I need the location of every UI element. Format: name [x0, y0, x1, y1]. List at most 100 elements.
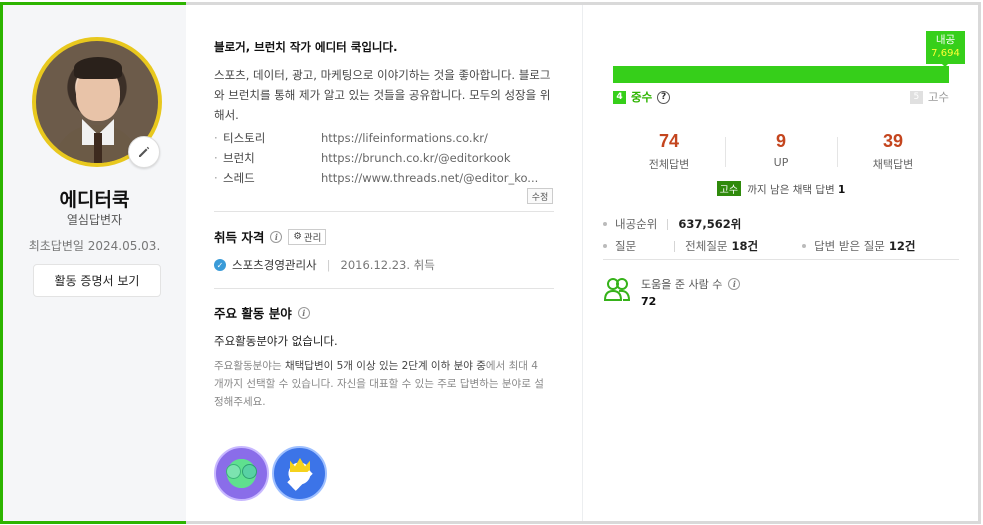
helped-people: 도움을 준 사람 수 i 72	[603, 276, 741, 308]
rank-value-text: 637,562위	[678, 217, 742, 231]
current-level-name: 중수	[631, 90, 653, 104]
card-border-bottom	[0, 521, 186, 524]
link-url[interactable]: https://brunch.co.kr/@editorkook	[321, 148, 511, 168]
stat-label: 전체답변	[648, 158, 690, 171]
helped-value: 72	[641, 295, 657, 308]
manage-label: 관리	[303, 232, 322, 244]
activity-desc-part1: 주요활동분야는	[214, 360, 285, 372]
stat-value: 39	[882, 131, 904, 151]
level-progress-bar	[613, 66, 949, 83]
next-level-count: 1	[838, 184, 846, 196]
helped-label: 도움을 준 사람 수	[641, 278, 723, 291]
link-label: 티스토리	[223, 131, 266, 145]
next-level-number: 5	[909, 90, 923, 104]
link-item-brunch: · 브런치 https://brunch.co.kr/@editorkook	[214, 148, 538, 168]
helped-text: 도움을 준 사람 수 i 72	[641, 276, 741, 308]
next-level-name: 고수	[927, 90, 949, 104]
card-border-right	[978, 2, 981, 524]
activity-description: 주요활동분야는 채택답변이 5개 이상 있는 2단계 이하 분야 중에서 최대 …	[214, 357, 546, 411]
pencil-icon	[139, 146, 150, 157]
separator	[674, 240, 676, 252]
info-icon[interactable]: i	[270, 230, 283, 243]
info-icon[interactable]: i	[728, 278, 741, 290]
manage-qualification-button[interactable]: ⚙ 관리	[288, 228, 327, 245]
stat-value: 74	[658, 131, 680, 151]
bullet-icon: ·	[214, 131, 218, 145]
qualification-name: 스포츠경영관리사	[232, 258, 317, 272]
badge-face-icon	[242, 464, 257, 479]
rank-row: 내공순위 637,562위	[603, 213, 963, 235]
next-level-remaining: 고수 까지 남은 채택 답변 1	[584, 181, 978, 197]
activity-header: 주요 활동 분야 i	[214, 303, 310, 322]
activity-empty-text: 주요활동분야가 없습니다.	[214, 334, 338, 348]
question-label: 질문	[615, 239, 637, 253]
qualification-title: 취득 자격	[214, 230, 265, 245]
profile-panel: 에디터쿡 열심답변자 최초답변일 2024.05.03. 활동 증명서 보기	[3, 5, 186, 521]
link-url[interactable]: https://lifeinformations.co.kr/	[321, 128, 488, 148]
stat-value: 9	[775, 131, 786, 151]
profile-name: 에디터쿡	[59, 189, 130, 211]
bullet-icon: ·	[214, 151, 218, 165]
bullet-icon	[802, 244, 807, 248]
stat-label: UP	[773, 156, 789, 169]
profile-card: 에디터쿡 열심답변자 최초답변일 2024.05.03. 활동 증명서 보기 블…	[0, 0, 983, 525]
link-label: 브런치	[223, 151, 255, 165]
card-border-bottom-gray	[186, 521, 981, 524]
qualification-item: ✓ 스포츠경영관리사 | 2016.12.23. 취득	[214, 257, 435, 273]
qualification-date: 2016.12.23. 취득	[340, 258, 435, 272]
stats-column: 내공 7,694 4 중수 ? 5 고수 74 전체답변 9 UP 39 채택답…	[584, 5, 978, 521]
points-value: 7,694	[931, 48, 960, 59]
rank-label: 내공순위	[615, 217, 658, 231]
link-item-tistory: · 티스토리 https://lifeinformations.co.kr/	[214, 128, 538, 148]
link-label: 스레드	[223, 171, 255, 185]
activity-certificate-button[interactable]: 활동 증명서 보기	[33, 264, 161, 297]
points-tooltip: 내공 7,694	[926, 31, 965, 64]
total-question-label: 전체질문	[685, 239, 728, 253]
help-icon[interactable]: ?	[657, 90, 671, 104]
intro-column: 블로거, 브런치 작가 에디터 쿡입니다. 스포츠, 데이터, 광고, 마케팅으…	[186, 5, 583, 521]
section-divider	[214, 288, 554, 289]
current-level: 4 중수 ?	[613, 89, 671, 105]
avatar-hair	[74, 57, 122, 79]
link-item-threads: · 스레드 https://www.threads.net/@editor_ko…	[214, 168, 538, 188]
intro-body: 스포츠, 데이터, 광고, 마케팅으로 이야기하는 것을 좋아합니다. 블로그와…	[214, 68, 551, 122]
link-list: · 티스토리 https://lifeinformations.co.kr/ ·…	[214, 128, 538, 188]
info-rows: 내공순위 637,562위 질문 전체질문 18건 답변 받은 질문 12건	[603, 213, 963, 257]
stat-adopted-answers[interactable]: 39 채택답변	[837, 131, 949, 172]
edit-profile-button[interactable]	[128, 136, 160, 168]
activity-desc-part2: 채택답변이 5개 이상 있는 2단계 이하 분야 중	[284, 360, 486, 372]
rank-value: 637,562위	[678, 216, 741, 232]
current-level-number: 4	[613, 90, 626, 104]
bullet-icon: ·	[214, 171, 218, 185]
stat-total-answers[interactable]: 74 전체답변	[613, 131, 725, 172]
section-divider	[603, 259, 959, 260]
question-row: 질문 전체질문 18건 답변 받은 질문 12건	[603, 235, 963, 257]
bullet-icon	[603, 222, 607, 226]
solutionist-badge[interactable]	[272, 446, 327, 501]
section-divider	[214, 211, 554, 212]
bullet-icon	[603, 244, 607, 248]
make-it-together-badge[interactable]	[214, 446, 269, 501]
next-level-text: 까지 남은 채택 답변	[744, 184, 839, 196]
activity-title: 주요 활동 분야	[214, 306, 292, 321]
next-level-badge: 고수	[716, 181, 742, 196]
total-question-value: 18건	[731, 239, 759, 253]
info-icon[interactable]: i	[297, 306, 310, 319]
first-answer-date: 최초답변일 2024.05.03.	[28, 239, 161, 253]
level-progress-fill	[613, 66, 949, 83]
answer-stats: 74 전체답변 9 UP 39 채택답변	[613, 131, 949, 172]
people-icon	[603, 278, 631, 301]
avatar-tie	[94, 133, 102, 163]
points-label: 내공	[935, 34, 956, 46]
answered-question-value: 12건	[888, 239, 916, 253]
next-level: 5 고수	[909, 89, 949, 105]
badge-face-icon	[226, 464, 241, 479]
qualification-header: 취득 자격 i ⚙ 관리	[214, 227, 327, 246]
gear-icon: ⚙	[293, 231, 302, 242]
stat-up[interactable]: 9 UP	[725, 131, 837, 172]
link-url[interactable]: https://www.threads.net/@editor_ko...	[321, 168, 538, 188]
separator	[667, 218, 669, 230]
modify-intro-button[interactable]: 수정	[527, 188, 553, 204]
answered-question-label: 답변 받은 질문	[814, 239, 885, 253]
separator: |	[326, 258, 331, 272]
